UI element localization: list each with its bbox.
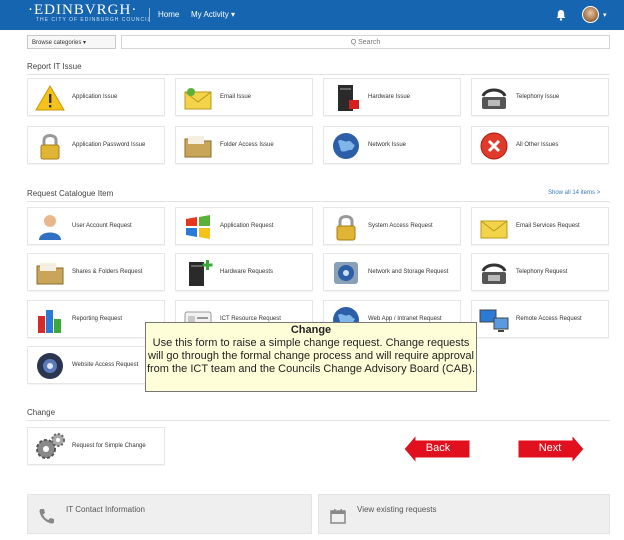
tile-user-account-request[interactable]: User Account Request [27, 207, 165, 245]
email-icon [184, 88, 212, 110]
tile-label: Application Request [220, 222, 274, 229]
tile-label: Application Issue [72, 93, 118, 100]
top-bar: ·EDINBVRGH· THE CITY OF EDINBURGH COUNCI… [0, 0, 624, 30]
error-icon [480, 132, 508, 160]
browse-categories-select[interactable]: Browse categories ▾ [27, 35, 116, 49]
tile-label: Folder Access Issue [220, 141, 274, 148]
gears-icon [36, 433, 65, 459]
tile-remote-access-request[interactable]: Remote Access Request [471, 300, 609, 338]
section-divider [27, 74, 610, 75]
hardware-add-icon [189, 260, 213, 286]
tile-telephony-issue[interactable]: Telephony Issue [471, 78, 609, 116]
tile-application-password-issue[interactable]: Application Password Issue [27, 126, 165, 164]
warning-icon [35, 85, 65, 111]
tile-network-issue[interactable]: Network Issue [323, 126, 461, 164]
section-title-request-catalogue: Request Catalogue Item [27, 189, 114, 198]
tile-label: Email Services Request [516, 222, 580, 229]
tile-label: Shares & Folders Request [72, 268, 143, 275]
tooltip-title: Change [290, 324, 332, 336]
show-all-link[interactable]: Show all 14 items > [548, 190, 600, 196]
view-requests-label: View existing requests [357, 505, 437, 514]
bell-icon[interactable] [554, 8, 568, 22]
globe-icon [333, 133, 359, 159]
network-storage-icon [334, 262, 358, 284]
tile-label: Telephony Issue [516, 93, 560, 100]
it-contact-label: IT Contact Information [66, 505, 145, 514]
windows-icon [186, 215, 210, 239]
section-divider [27, 420, 610, 421]
tile-label: System Access Request [368, 222, 433, 229]
tile-all-other-issues[interactable]: All Other Issues [471, 126, 609, 164]
section-title-report-it-issue: Report IT Issue [27, 62, 82, 71]
tile-email-issue[interactable]: Email Issue [175, 78, 313, 116]
telephone-icon [481, 88, 507, 109]
back-button[interactable]: Back [404, 434, 472, 464]
telephone-icon [481, 263, 507, 284]
folder-icon [36, 263, 64, 285]
tooltip-body: Use this form to raise a simple change r… [146, 337, 476, 375]
next-label: Next [538, 442, 562, 454]
search-input[interactable]: Q Search [121, 35, 610, 49]
remote-access-icon [479, 309, 509, 332]
tile-label: Email Issue [220, 93, 252, 100]
user-avatar[interactable] [582, 6, 599, 23]
tile-application-issue[interactable]: Application Issue [27, 78, 165, 116]
padlock-icon [40, 134, 60, 160]
tile-shares-folders-request[interactable]: Shares & Folders Request [27, 253, 165, 291]
tile-application-request[interactable]: Application Request [175, 207, 313, 245]
padlock-icon [336, 215, 356, 241]
section-divider [27, 201, 610, 202]
tile-request-simple-change[interactable]: Request for Simple Change [27, 427, 165, 465]
tile-label: All Other Issues [516, 141, 559, 148]
chevron-down-icon[interactable]: ▾ [603, 11, 607, 19]
email-icon [480, 220, 508, 239]
next-button[interactable]: Next [516, 434, 584, 464]
tile-network-storage-request[interactable]: Network and Storage Request [323, 253, 461, 291]
tile-label: Network and Storage Request [368, 268, 449, 275]
tile-folder-access-issue[interactable]: Folder Access Issue [175, 126, 313, 164]
tile-label: User Account Request [72, 222, 132, 229]
phone-icon [39, 509, 54, 524]
tile-label: Application Password Issue [72, 141, 146, 148]
tile-telephony-request[interactable]: Telephony Request [471, 253, 609, 291]
bar-chart-icon [38, 310, 61, 333]
view-requests-panel[interactable]: View existing requests [318, 494, 610, 534]
tile-label: Remote Access Request [516, 315, 582, 322]
tile-label: Hardware Issue [368, 93, 411, 100]
header-divider [149, 8, 150, 22]
nav-my-activity-menu[interactable]: My Activity ▾ [191, 10, 235, 19]
user-icon [39, 215, 61, 240]
change-description-tooltip: Change Use this form to raise a simple c… [145, 322, 477, 392]
council-logo-subtitle: THE CITY OF EDINBURGH COUNCIL [36, 17, 152, 23]
folder-icon [184, 136, 212, 158]
it-contact-panel[interactable]: IT Contact Information [27, 494, 312, 534]
calendar-icon [330, 509, 346, 524]
tile-label: Request for Simple Change [72, 442, 146, 449]
tile-hardware-requests[interactable]: Hardware Requests [175, 253, 313, 291]
tile-label: Hardware Requests [220, 268, 274, 275]
tile-system-access-request[interactable]: System Access Request [323, 207, 461, 245]
tile-hardware-issue[interactable]: Hardware Issue [323, 78, 461, 116]
tile-email-services-request[interactable]: Email Services Request [471, 207, 609, 245]
tile-label: Network Issue [368, 141, 407, 148]
section-title-change: Change [27, 408, 56, 417]
nav-home-link[interactable]: Home [158, 10, 179, 19]
back-label: Back [425, 442, 451, 454]
council-logo[interactable]: ·EDINBVRGH· [28, 3, 137, 18]
hardware-icon [338, 85, 359, 111]
tile-label: Telephony Request [516, 268, 568, 275]
webcam-icon [37, 353, 63, 379]
